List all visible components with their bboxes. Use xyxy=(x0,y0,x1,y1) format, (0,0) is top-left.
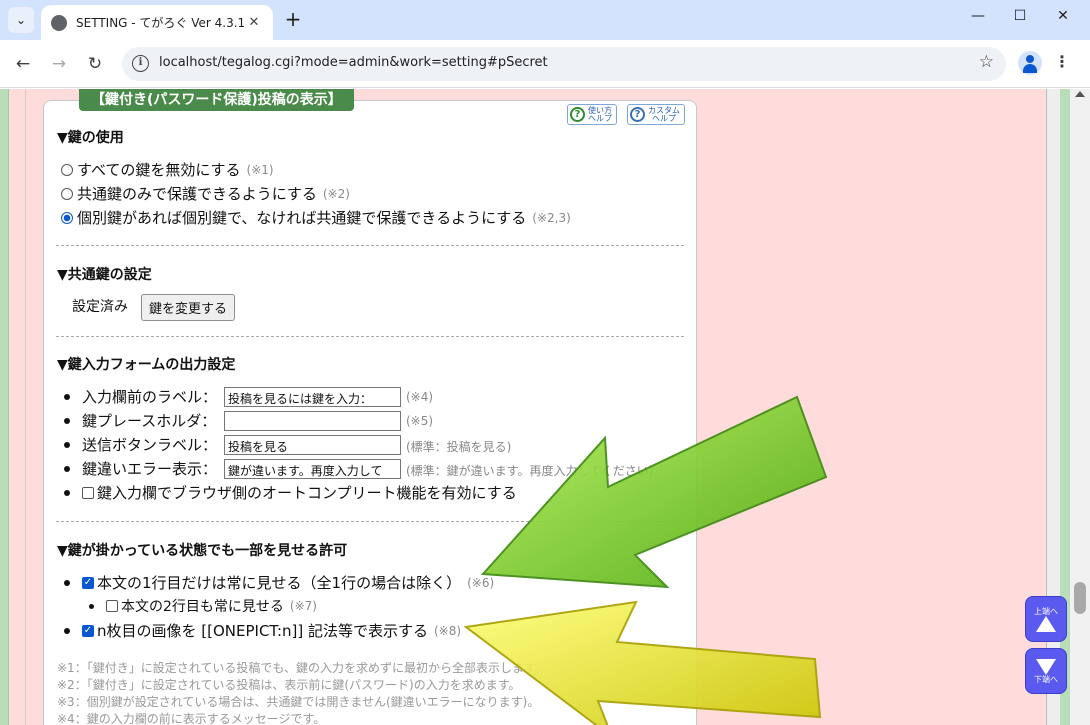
show-nth-image-option[interactable]: ✓ n枚目の画像を [[ONEPICT:n]] 記法等で表示する (※8) xyxy=(64,620,461,641)
site-info-icon[interactable]: i xyxy=(132,55,149,72)
panel-title: 【鍵付き(パスワード保護)投稿の表示】 xyxy=(79,89,354,111)
key-placeholder-input[interactable] xyxy=(224,411,401,431)
left-gutter xyxy=(10,89,26,725)
show-second-line-option[interactable]: 本文の2行目も常に見せる (※7) xyxy=(89,596,317,616)
form-row-placeholder: 鍵プレースホルダ： xyxy=(64,410,216,431)
section-heading-common-key: ▼共通鍵の設定 xyxy=(57,267,152,283)
divider xyxy=(56,336,684,337)
change-key-button[interactable]: 鍵を変更する xyxy=(141,294,236,321)
usage-help-button[interactable]: ? 使い方 ヘルプ xyxy=(567,104,617,125)
radio-button-selected[interactable] xyxy=(61,211,73,224)
window-close-button[interactable]: ✕ xyxy=(1048,8,1078,24)
scroll-to-bottom-button[interactable]: 下端へ xyxy=(1025,648,1067,694)
autocomplete-checkbox[interactable] xyxy=(82,486,94,499)
maximize-button[interactable]: ☐ xyxy=(1005,8,1035,24)
divider xyxy=(56,521,684,522)
submit-label-input[interactable]: 投稿を見る xyxy=(224,435,401,455)
tab-search-button[interactable]: ⌄ xyxy=(8,7,34,33)
browser-menu-icon[interactable]: ⋮ xyxy=(1052,52,1072,71)
page-viewport: 【鍵付き(パスワード保護)投稿の表示】 ? 使い方 ヘルプ ? カスタム ヘルプ ▼… xyxy=(0,89,1090,725)
footnote: ※2：「鍵付き」に設定されている投稿は、表示前に鍵(パスワード)の入力を求めます… xyxy=(57,678,521,692)
error-message-input[interactable]: 鍵が違います。再度入力して xyxy=(224,459,401,479)
scroll-up-arrow-icon[interactable] xyxy=(1075,91,1085,97)
section-heading-key-usage: ▼鍵の使用 xyxy=(57,130,124,146)
minimize-button[interactable]: — xyxy=(963,8,993,24)
forward-button[interactable]: → xyxy=(46,51,72,77)
show-second-line-checkbox[interactable] xyxy=(106,600,118,612)
reload-icon: ↻ xyxy=(87,54,103,74)
footnote: ※4：鍵の入力欄の前に表示するメッセージです。 xyxy=(57,712,326,725)
close-icon[interactable]: ✕ xyxy=(245,15,263,30)
form-row-label: 入力欄前のラベル： xyxy=(64,386,230,407)
section-heading-partial-show: ▼鍵が掛かっている状態でも一部を見せる許可 xyxy=(57,543,348,559)
browser-toolbar: ← → ↻ i localhost/tegalog.cgi?mode=admin… xyxy=(0,40,1090,88)
radio-button[interactable] xyxy=(61,187,73,200)
footnote: ※3：個別鍵が設定されている場合は、共通鍵では開きません(鍵違いエラーになります… xyxy=(57,695,540,709)
back-arrow-icon: ← xyxy=(15,54,31,74)
help-icon: ? xyxy=(570,107,585,122)
reload-button[interactable]: ↻ xyxy=(82,51,108,77)
radio-button[interactable] xyxy=(61,163,73,176)
section-heading-form-output: ▼鍵入力フォームの出力設定 xyxy=(57,357,236,373)
show-first-line-option[interactable]: ✓ 本文の1行目だけは常に見せる（全1行の場合は除く） (※6) xyxy=(64,572,494,593)
footnote: ※1：「鍵付き」に設定されている投稿でも、鍵の入力を求めずに最初から全部表示しま… xyxy=(57,661,547,675)
chevron-down-icon: ⌄ xyxy=(15,13,27,27)
new-tab-button[interactable]: + xyxy=(282,9,304,29)
scroll-to-top-button[interactable]: 上端へ xyxy=(1025,596,1067,642)
autocomplete-option[interactable]: 鍵入力欄でブラウザ側のオートコンプリート機能を有効にする xyxy=(64,482,517,503)
radio-disable-all[interactable]: すべての鍵を無効にする (※1) xyxy=(61,159,274,180)
common-key-status: 設定済み xyxy=(72,299,128,315)
custom-help-button[interactable]: ? カスタム ヘルプ xyxy=(627,104,685,125)
back-button[interactable]: ← xyxy=(10,51,36,77)
url-text: localhost/tegalog.cgi?mode=admin&work=se… xyxy=(159,55,548,70)
bookmark-star-icon[interactable]: ☆ xyxy=(979,52,994,72)
label-before-input[interactable]: 投稿を見るには鍵を入力： xyxy=(224,387,401,407)
globe-icon xyxy=(51,14,67,31)
arrow-down-icon xyxy=(1036,658,1056,675)
forward-arrow-icon: → xyxy=(51,54,67,74)
radio-individual-or-common[interactable]: 個別鍵があれば個別鍵で、なければ共通鍵で保護できるようにする (※2,3) xyxy=(61,207,571,228)
show-nth-image-checkbox[interactable]: ✓ xyxy=(82,624,94,637)
tab-strip: ⌄ SETTING - てがろぐ Ver 4.3.1 ✕ + — ☐ ✕ xyxy=(0,0,1090,40)
show-first-line-checkbox[interactable]: ✓ xyxy=(82,576,94,589)
left-decor-bar xyxy=(0,89,9,725)
divider xyxy=(56,245,684,246)
profile-avatar[interactable] xyxy=(1018,51,1042,75)
person-icon xyxy=(1026,55,1034,63)
scrollbar-thumb[interactable] xyxy=(1074,582,1086,614)
page-scrollbar[interactable] xyxy=(1070,89,1090,725)
form-row-submit-label: 送信ボタンラベル： xyxy=(64,434,217,455)
tab-title: SETTING - てがろぐ Ver 4.3.1 xyxy=(76,16,245,30)
address-bar[interactable]: i localhost/tegalog.cgi?mode=admin&work=… xyxy=(122,47,1006,81)
radio-common-only[interactable]: 共通鍵のみで保護できるようにする (※2) xyxy=(61,183,350,204)
form-row-error: 鍵違いエラー表示： xyxy=(64,458,217,479)
browser-tab[interactable]: SETTING - てがろぐ Ver 4.3.1 ✕ xyxy=(41,5,273,40)
help-icon: ? xyxy=(630,107,645,122)
arrow-up-icon xyxy=(1036,615,1056,632)
